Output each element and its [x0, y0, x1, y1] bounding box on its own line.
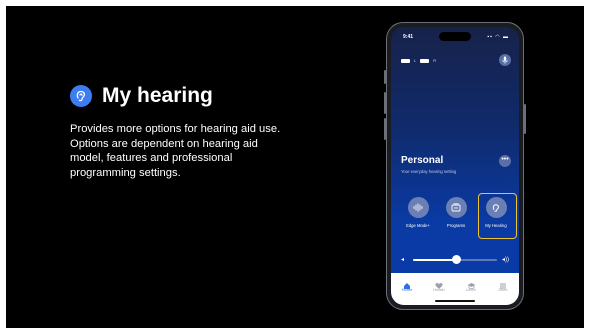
slide-title-row: My hearing	[70, 84, 213, 108]
heart-icon	[426, 277, 452, 289]
my-hearing-highlight	[478, 193, 517, 239]
programs-button[interactable]: Programs	[439, 197, 473, 228]
graduation-cap-icon	[458, 277, 484, 290]
more-options-button[interactable]: •••	[499, 155, 511, 167]
slide-description: Provides more options for hearing aid us…	[70, 123, 281, 179]
battery-icon	[401, 58, 410, 63]
tab-more-label: More	[498, 287, 508, 292]
program-name: Personal	[401, 155, 444, 166]
phone-button	[524, 104, 526, 134]
microphone-button[interactable]	[499, 54, 511, 66]
tab-health-label: Health	[433, 287, 445, 292]
tab-bar: Home Health Learn More	[391, 273, 519, 305]
program-subtitle: Your everyday hearing setting	[401, 169, 457, 174]
status-time: 9:41	[403, 34, 414, 40]
phone-screen: 9:41 ▪▪ ◠ ▬ L R Personal Your everyday h…	[391, 27, 519, 305]
edge-mode-button[interactable]: Edge Mode+	[401, 197, 435, 228]
tab-home[interactable]: Home	[394, 277, 420, 305]
dynamic-island	[439, 32, 471, 41]
battery-left-label: L	[414, 58, 417, 63]
volume-slider[interactable]: ◂ ◂))	[401, 255, 509, 264]
volume-knob[interactable]	[452, 255, 462, 264]
tab-home-label: Home	[401, 287, 413, 292]
tab-learn-label: Learn	[465, 287, 477, 292]
volume-fill	[413, 259, 457, 261]
hearing-aid-battery-row: L R	[401, 58, 436, 63]
status-icons: ▪▪ ◠ ▬	[487, 34, 509, 40]
volume-high-icon: ◂))	[501, 257, 509, 263]
menu-icon	[490, 277, 516, 289]
microphone-icon	[502, 56, 508, 64]
waveform-icon	[407, 197, 429, 218]
home-icon	[394, 277, 420, 289]
battery-right-label: R	[433, 58, 437, 63]
programs-icon	[445, 197, 467, 218]
edge-mode-label: Edge Mode+	[406, 223, 430, 228]
tab-more[interactable]: More	[490, 277, 516, 305]
slide-title: My hearing	[102, 84, 213, 107]
programs-label: Programs	[446, 223, 466, 228]
ear-icon	[70, 85, 92, 107]
home-indicator	[435, 300, 475, 302]
volume-low-icon: ◂	[401, 257, 405, 263]
battery-icon	[420, 58, 430, 63]
